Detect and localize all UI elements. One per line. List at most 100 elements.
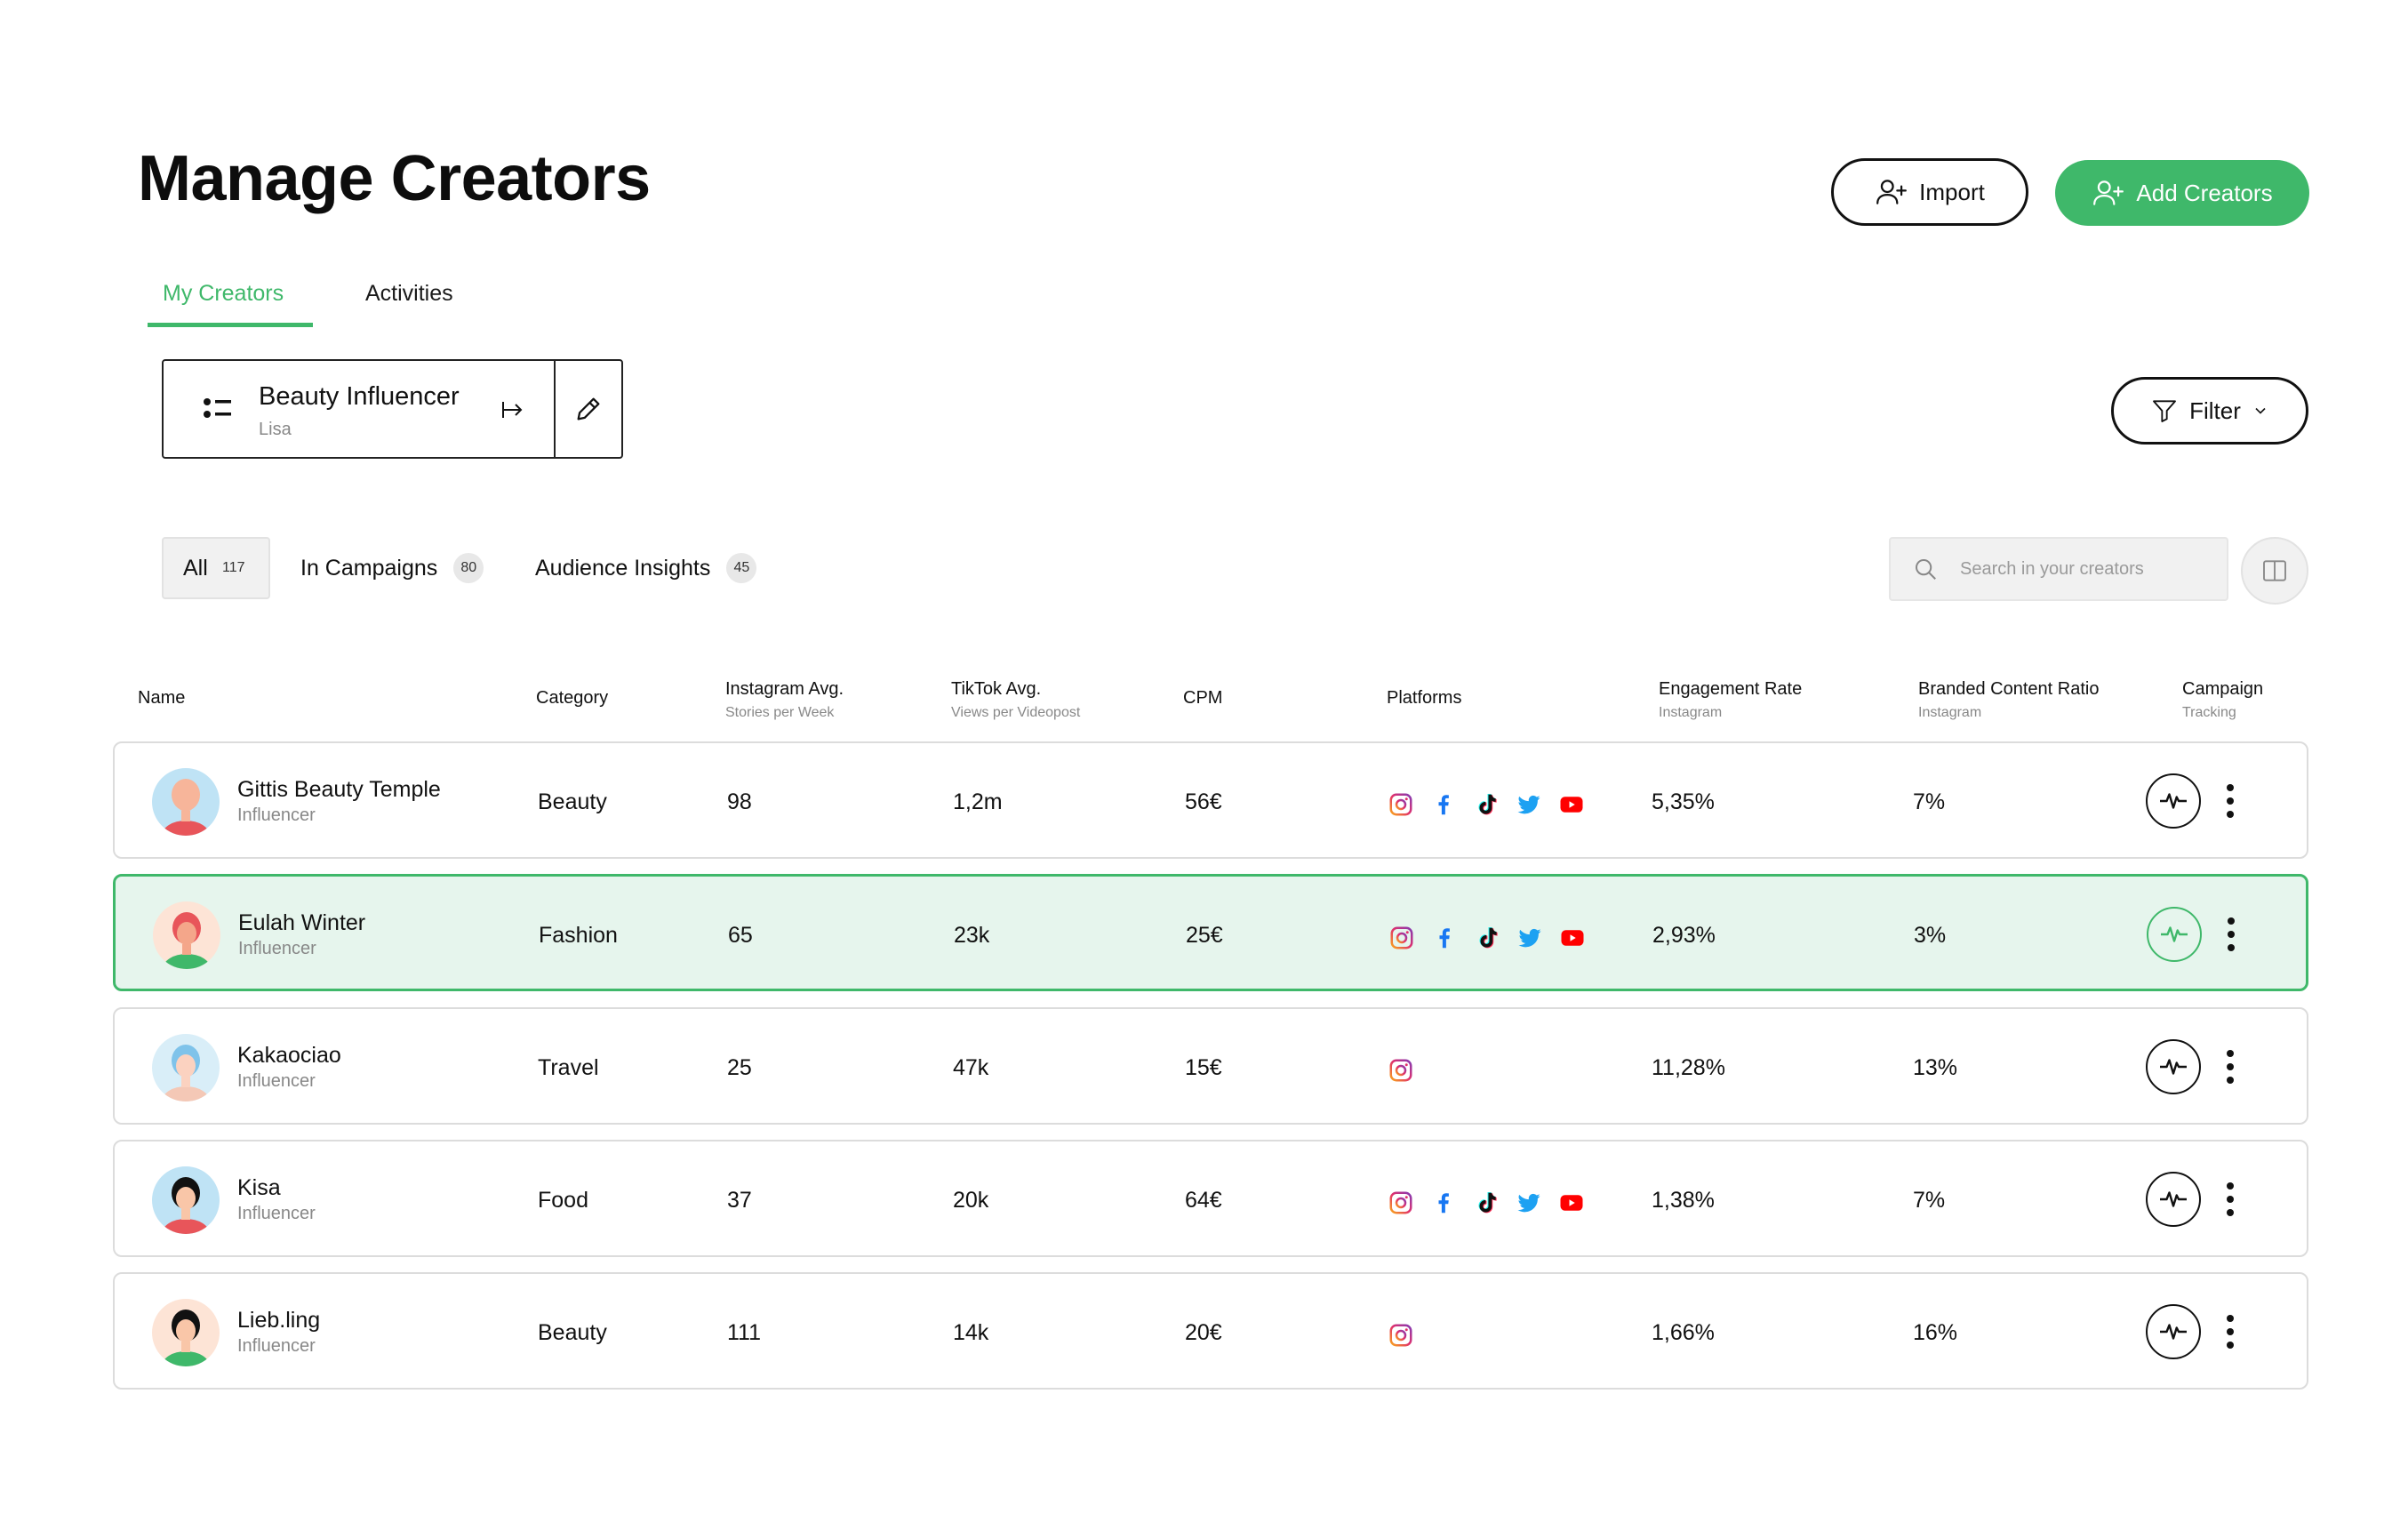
facebook-icon[interactable] xyxy=(1430,791,1457,818)
col-header-category: Category xyxy=(536,688,609,708)
more-options-icon[interactable] xyxy=(2223,1181,2237,1218)
cell-instagram-avg: 98 xyxy=(727,789,752,814)
open-list-icon[interactable] xyxy=(500,397,526,423)
cell-instagram-avg: 25 xyxy=(727,1055,752,1080)
cell-engagement-rate: 1,66% xyxy=(1652,1320,1715,1345)
cell-cpm: 56€ xyxy=(1185,789,1222,814)
instagram-icon[interactable] xyxy=(1388,1190,1414,1216)
more-options-icon[interactable] xyxy=(2223,782,2237,820)
instagram-icon[interactable] xyxy=(1388,925,1415,951)
col-header-label: Branded Content Ratio xyxy=(1918,679,2100,699)
table-row[interactable]: Kisa Influencer Food 37 20k 64€ 1,38% 7% xyxy=(113,1140,2308,1257)
campaign-tracking-button[interactable] xyxy=(2147,907,2202,962)
table-row[interactable]: Kakaociao Influencer Travel 25 47k 15€ 11,28% 1… xyxy=(113,1007,2308,1125)
campaign-tracking-button[interactable] xyxy=(2146,1039,2201,1094)
facebook-icon[interactable] xyxy=(1431,925,1458,951)
creator-role: Influencer xyxy=(237,1204,316,1223)
add-creators-button-label: Add Creators xyxy=(2136,179,2273,206)
cell-instagram-avg: 37 xyxy=(727,1188,752,1213)
cell-category: Beauty xyxy=(538,1320,607,1345)
search-input[interactable] xyxy=(1960,558,2218,580)
platform-icons xyxy=(1388,791,1585,818)
tab-activities[interactable]: Activities xyxy=(365,281,453,307)
instagram-icon[interactable] xyxy=(1388,1057,1414,1084)
twitter-icon[interactable] xyxy=(1516,791,1542,818)
col-header-engagement: Engagement Rate Instagram xyxy=(1659,679,1802,721)
import-button[interactable]: Import xyxy=(1831,158,2028,226)
cell-tiktok-avg: 20k xyxy=(953,1188,989,1213)
filter-label: Filter xyxy=(2189,397,2241,424)
cell-cpm: 25€ xyxy=(1186,923,1223,948)
segment-label: Audience Insights xyxy=(535,555,711,581)
twitter-icon[interactable] xyxy=(1516,925,1543,951)
more-options-icon[interactable] xyxy=(2223,1313,2237,1350)
campaign-tracking-button[interactable] xyxy=(2146,1304,2201,1359)
platform-icons xyxy=(1388,1057,1414,1084)
col-header-campaign: Campaign Tracking xyxy=(2182,679,2263,721)
segment-count: 45 xyxy=(726,553,757,583)
instagram-icon[interactable] xyxy=(1388,791,1414,818)
cell-engagement-rate: 1,38% xyxy=(1652,1188,1715,1213)
more-options-icon[interactable] xyxy=(2224,916,2238,953)
avatar xyxy=(152,1034,220,1101)
creator-name: Gittis Beauty Temple xyxy=(237,777,441,802)
youtube-icon[interactable] xyxy=(1559,925,1586,951)
table-row[interactable]: Lieb.ling Influencer Beauty 111 14k 20€ 1,66% 1… xyxy=(113,1272,2308,1390)
segment-all[interactable]: All 117 xyxy=(162,537,270,599)
instagram-icon[interactable] xyxy=(1388,1322,1414,1349)
col-header-label: TikTok Avg. xyxy=(951,679,1042,699)
creator-role: Influencer xyxy=(237,1071,316,1091)
tab-my-creators[interactable]: My Creators xyxy=(163,281,284,307)
column-toggle-button[interactable] xyxy=(2241,537,2308,605)
add-creators-button[interactable]: Add Creators xyxy=(2055,160,2309,226)
avatar xyxy=(152,768,220,836)
filter-button[interactable]: Filter xyxy=(2111,377,2308,445)
avatar xyxy=(152,1166,220,1234)
youtube-icon[interactable] xyxy=(1558,791,1585,818)
cell-branded-ratio: 7% xyxy=(1913,789,1946,814)
avatar xyxy=(152,1299,220,1366)
avatar xyxy=(153,901,220,969)
cell-category: Food xyxy=(538,1188,588,1213)
tiktok-icon[interactable] xyxy=(1473,1190,1500,1216)
cell-branded-ratio: 7% xyxy=(1913,1188,1946,1213)
cell-branded-ratio: 13% xyxy=(1913,1055,1958,1080)
segment-count: 117 xyxy=(222,560,245,575)
edit-list-button[interactable] xyxy=(556,361,621,457)
pulse-icon xyxy=(2160,793,2187,809)
table-row[interactable]: Gittis Beauty Temple Influencer Beauty 98 1,… xyxy=(113,741,2308,859)
col-header-name: Name xyxy=(138,688,186,708)
columns-icon xyxy=(2263,560,2286,581)
creator-name: Kakaociao xyxy=(237,1043,341,1068)
list-name: Beauty Influencer xyxy=(259,382,460,411)
cell-tiktok-avg: 23k xyxy=(954,923,990,948)
cell-cpm: 20€ xyxy=(1185,1320,1222,1345)
segment-audience-insights[interactable]: Audience Insights 45 xyxy=(535,537,757,599)
col-header-sub: Views per Videopost xyxy=(951,705,1081,720)
list-selector-button[interactable]: Beauty Influencer Lisa xyxy=(164,361,556,457)
creator-name: Lieb.ling xyxy=(237,1308,321,1333)
tiktok-icon[interactable] xyxy=(1473,791,1500,818)
pencil-icon xyxy=(577,397,600,421)
pulse-icon xyxy=(2160,1059,2187,1075)
table-row[interactable]: Eulah Winter Influencer Fashion 65 23k 25€ 2,9… xyxy=(113,874,2308,991)
pulse-icon xyxy=(2161,926,2188,942)
facebook-icon[interactable] xyxy=(1430,1190,1457,1216)
col-header-sub: Tracking xyxy=(2182,705,2236,720)
campaign-tracking-button[interactable] xyxy=(2146,1172,2201,1227)
segment-in-campaigns[interactable]: In Campaigns 80 xyxy=(300,537,484,599)
col-header-sub: Instagram xyxy=(1659,705,1723,720)
more-options-icon[interactable] xyxy=(2223,1048,2237,1085)
pulse-icon xyxy=(2160,1191,2187,1207)
campaign-tracking-button[interactable] xyxy=(2146,773,2201,829)
tiktok-icon[interactable] xyxy=(1474,925,1500,951)
col-header-platforms: Platforms xyxy=(1387,688,1462,708)
pulse-icon xyxy=(2160,1324,2187,1340)
cell-tiktok-avg: 1,2m xyxy=(953,789,1003,814)
cell-branded-ratio: 3% xyxy=(1914,923,1947,948)
twitter-icon[interactable] xyxy=(1516,1190,1542,1216)
youtube-icon[interactable] xyxy=(1558,1190,1585,1216)
col-header-tiktok: TikTok Avg. Views per Videopost xyxy=(951,679,1080,721)
cell-tiktok-avg: 47k xyxy=(953,1055,989,1080)
cell-branded-ratio: 16% xyxy=(1913,1320,1958,1345)
